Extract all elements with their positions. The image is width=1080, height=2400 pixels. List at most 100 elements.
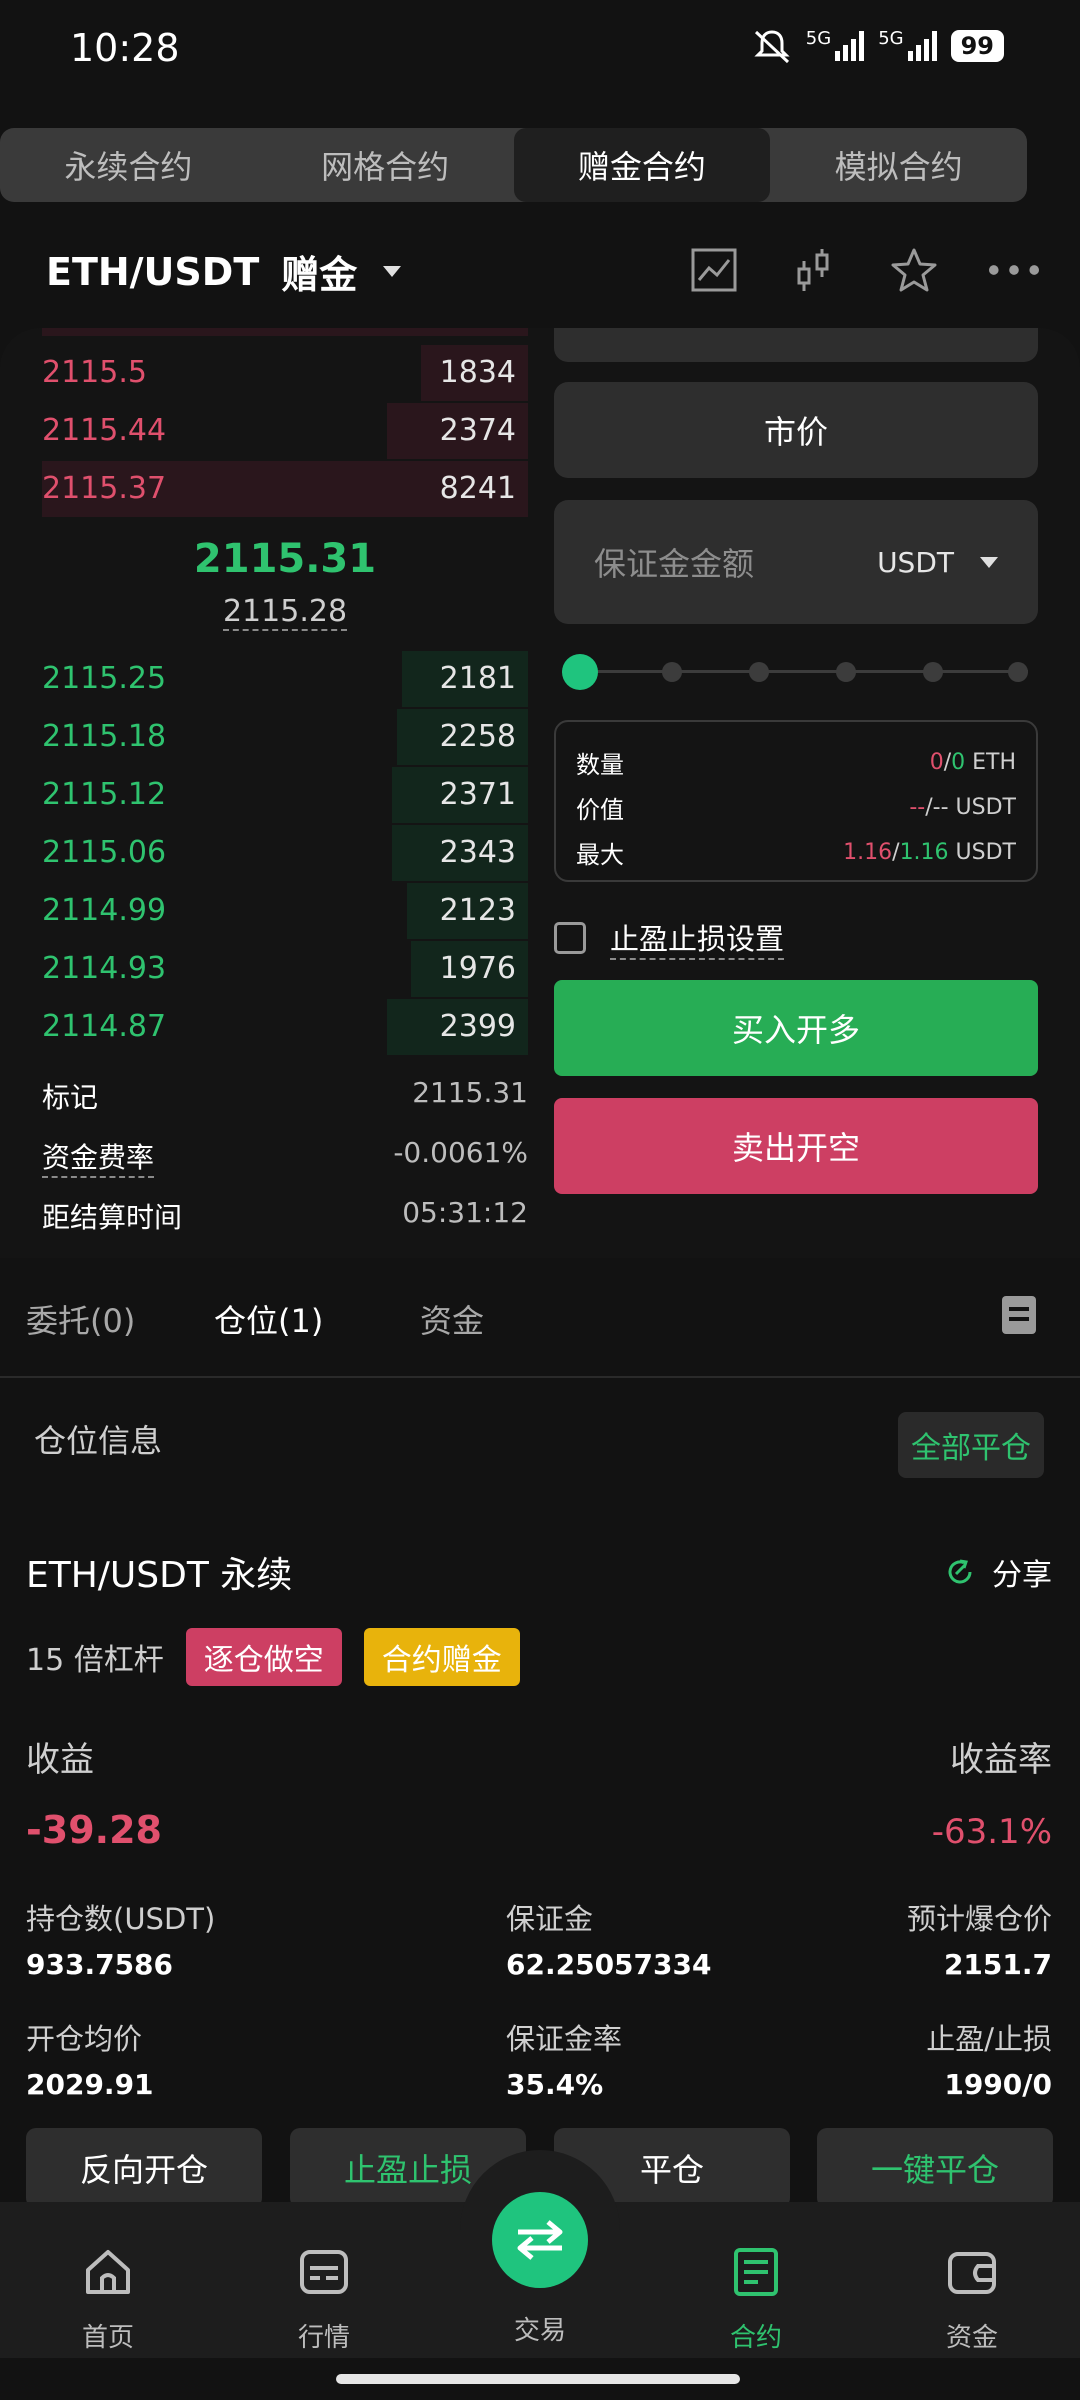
bid-price: 2115.12 [42,777,167,812]
tab-positions[interactable]: 仓位(1) [214,1296,323,1342]
tab-perpetual[interactable]: 永续合约 [0,128,257,202]
slider-track [562,670,1028,673]
order-type-select[interactable]: 市价 [554,382,1038,478]
scrolled-field-edge [554,328,1038,362]
bid-price: 2115.18 [42,719,167,754]
mute-icon [754,30,790,64]
header-actions [688,244,1040,296]
qty-label: 数量 [576,751,624,779]
close-all-button[interactable]: 全部平仓 [898,1412,1044,1478]
tab-demo[interactable]: 模拟合约 [770,128,1027,202]
margin-unit: USDT [877,545,954,579]
margin-value: 62.25057334 [506,1948,712,1981]
ask-row[interactable]: 2115.5 1834 [42,345,528,401]
nav-market[interactable]: 行情 [264,2244,384,2354]
liq-price-value: 2151.7 [943,1948,1052,1981]
mark-price: 2115.28 [42,594,528,631]
candlestick-icon[interactable] [788,244,840,296]
tpsl-checkbox[interactable] [554,922,586,954]
tab-orders[interactable]: 委托(0) [26,1296,135,1342]
tpsl-info-value: 1990/0 [944,2068,1052,2101]
ask-price: 2115.37 [42,471,167,506]
margin-slider[interactable] [562,654,1028,690]
slider-step[interactable] [923,662,943,682]
funding-value: -0.0061% [393,1136,528,1169]
leverage-row: 15 倍杠杆 逐仓做空 合约赠金 [26,1628,520,1686]
bid-price: 2115.06 [42,835,167,870]
slider-step[interactable] [662,662,682,682]
settle-label: 距结算时间 [42,1201,183,1234]
contract-type-tabs: 永续合约 网格合约 赠金合约 模拟合约 [0,128,1027,202]
funding-label: 资金费率 [42,1136,155,1178]
ask-row[interactable]: 2115.44 2374 [42,403,528,459]
order-summary: 数量 0/0 ETH 价值 --/-- USDT 最大 1.16/1.16 US… [554,720,1038,882]
funding-info-row[interactable]: 资金费率 -0.0061% [42,1136,528,1178]
bid-row[interactable]: 2115.25 2181 [42,651,528,707]
bid-row[interactable]: 2115.06 2343 [42,825,528,881]
sell-short-button[interactable]: 卖出开空 [554,1098,1038,1194]
bid-price: 2114.93 [42,951,167,986]
bid-row[interactable]: 2114.93 1976 [42,941,528,997]
slider-step[interactable] [1008,662,1028,682]
tpsl-toggle[interactable]: 止盈止损设置 [554,916,785,960]
home-indicator[interactable] [336,2374,740,2384]
list-icon[interactable] [1002,1296,1036,1334]
more-icon[interactable] [988,244,1040,296]
bid-row[interactable]: 2115.18 2258 [42,709,528,765]
trade-button[interactable] [492,2192,588,2288]
chevron-down-icon [383,266,402,277]
bid-qty: 2343 [439,835,516,870]
value-unit: USDT [955,795,1016,820]
slider-step[interactable] [749,662,769,682]
nav-contract[interactable]: 合约 [696,2244,816,2354]
tab-bonus[interactable]: 赠金合约 [513,128,771,202]
chevron-down-icon [980,556,998,568]
bid-qty: 2181 [439,661,516,696]
position-pair: ETH/USDT 永续 [26,1555,293,1596]
tab-grid[interactable]: 网格合约 [257,128,514,202]
bid-row[interactable]: 2114.99 2123 [42,883,528,939]
liq-price-label: 预计爆仓价 [906,1902,1052,1936]
size-label: 持仓数(USDT) [26,1902,216,1936]
bid-qty: 2399 [439,1009,516,1044]
pnl-label: 收益 [26,1740,94,1780]
one-click-close-button[interactable]: 一键平仓 [817,2128,1053,2208]
tab-assets[interactable]: 资金 [420,1296,484,1342]
buy-long-button[interactable]: 买入开多 [554,980,1038,1076]
bid-row[interactable]: 2114.87 2399 [42,999,528,1055]
share-button[interactable]: 分享 [944,1550,1052,1594]
margin-unit-select[interactable]: USDT [877,546,998,579]
mark-value: 2115.31 [412,1076,528,1109]
star-icon[interactable] [888,244,940,296]
pair-selector[interactable]: ETH/USDT 赠金 [46,244,402,299]
slider-handle[interactable] [562,654,598,690]
slider-step[interactable] [836,662,856,682]
nav-wallet[interactable]: 资金 [912,2244,1032,2354]
battery-icon: 99 [950,30,1004,62]
nav-home-label: 首页 [81,2323,134,2353]
bid-row[interactable]: 2115.12 2371 [42,767,528,823]
nav-home[interactable]: 首页 [48,2244,168,2354]
ask-qty: 2374 [439,413,516,448]
qty-a: 0 [929,750,944,775]
bid-price: 2114.87 [42,1009,167,1044]
bid-qty: 2123 [439,893,516,928]
ask-row[interactable]: 2115.37 8241 [42,461,528,517]
value-row: 价值 --/-- USDT [576,785,1016,830]
reverse-open-button[interactable]: 反向开仓 [26,2128,262,2208]
bid-qty: 2371 [439,777,516,812]
chart-icon[interactable] [688,244,740,296]
margin-amount-input[interactable]: 保证金金额 USDT [554,500,1038,624]
bid-qty: 1976 [439,951,516,986]
mark-info-row: 标记 2115.31 [42,1076,528,1116]
bid-qty: 2258 [439,719,516,754]
net1-label: 5G [805,28,832,49]
divider [0,1376,1080,1378]
status-time: 10:28 [70,26,180,70]
swap-icon [517,2220,563,2260]
home-icon [86,2250,130,2294]
pnl-value: -39.28 [26,1808,162,1852]
wallet-icon [948,2252,996,2294]
signal-icon [835,31,865,61]
bonus-badge: 合约赠金 [363,1628,520,1686]
